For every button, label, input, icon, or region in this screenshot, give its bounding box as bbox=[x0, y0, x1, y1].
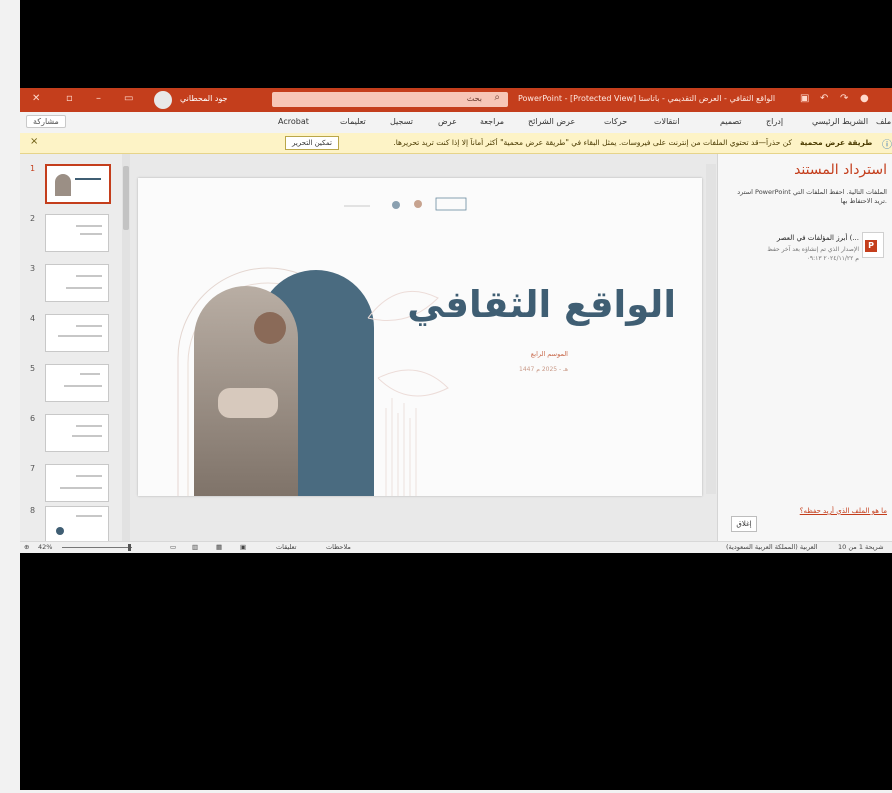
restore-window-icon[interactable]: ▫ bbox=[66, 93, 73, 105]
which-file-link[interactable]: ما هو الملف الذي أريد حفظه؟ bbox=[800, 507, 887, 515]
search-box[interactable]: بحث ⌕ bbox=[272, 92, 508, 107]
ribbon-display-icon[interactable]: ▭ bbox=[124, 93, 133, 105]
redo-icon[interactable]: ↷ bbox=[840, 93, 848, 105]
thumbnail-number: 5 bbox=[30, 364, 36, 373]
tab-slideshow[interactable]: عرض الشرائح bbox=[528, 117, 575, 126]
search-placeholder: بحث bbox=[466, 94, 482, 103]
close-icon[interactable]: × bbox=[30, 136, 38, 147]
enable-editing-button[interactable]: تمكين التحرير bbox=[285, 136, 339, 150]
thumbnail-number: 1 bbox=[30, 164, 36, 173]
slide-date[interactable]: 1447 هـ - 2025 م bbox=[468, 366, 568, 373]
language-status[interactable]: العربية (المملكة العربية السعودية) bbox=[726, 543, 818, 551]
info-icon: ⓘ bbox=[882, 140, 892, 151]
normal-view-icon[interactable]: ▣ bbox=[240, 543, 246, 551]
zoom-slider[interactable] bbox=[62, 547, 132, 548]
tab-home[interactable]: الشريط الرئيسي bbox=[812, 117, 868, 126]
recovered-file-version: الإصدار الذي تم إنشاؤه بعد آخر حفظ bbox=[767, 246, 859, 253]
tab-design[interactable]: تصميم bbox=[720, 117, 742, 126]
status-bar: ⊕ 42% ▭ ▥ ▦ ▣ تعليقات ملاحظات العربية (ا… bbox=[20, 541, 892, 553]
recovered-file-name: أبرز المؤلفات في العصر (... bbox=[776, 234, 859, 242]
tab-record[interactable]: تسجيل bbox=[390, 117, 413, 126]
protected-view-title: طريقة عرض محمية bbox=[800, 138, 873, 147]
tab-animations[interactable]: حركات bbox=[604, 117, 627, 126]
thumbnail-number: 3 bbox=[30, 264, 36, 273]
powerpoint-window: ✕ ▫ – ▭ جود المحطاني بحث ⌕ PowerPoint - … bbox=[20, 88, 892, 553]
tab-help[interactable]: تعليمات bbox=[340, 117, 366, 126]
close-window-icon[interactable]: ✕ bbox=[32, 93, 40, 105]
tab-file[interactable]: ملف bbox=[876, 117, 891, 126]
sorter-view-icon[interactable]: ▦ bbox=[216, 543, 222, 551]
tab-view[interactable]: عرض bbox=[438, 117, 457, 126]
slide-thumbnails: 1 2 3 4 5 6 7 8 bbox=[20, 154, 122, 544]
protected-view-bar: × تمكين التحرير كن حذراً—قد تحتوي الملفا… bbox=[20, 133, 892, 154]
tab-transitions[interactable]: انتقالات bbox=[654, 117, 679, 126]
undo-icon[interactable]: ↶ bbox=[820, 93, 828, 105]
thumbnail-number: 6 bbox=[30, 414, 36, 423]
window-title: PowerPoint - [Protected View] الواقع الث… bbox=[518, 94, 776, 103]
thumbnail-number: 8 bbox=[30, 506, 36, 515]
zoom-level[interactable]: 42% bbox=[38, 543, 52, 551]
editor-scrollbar[interactable] bbox=[706, 164, 716, 494]
tab-review[interactable]: مراجعة bbox=[480, 117, 504, 126]
share-button[interactable]: مشاركة bbox=[26, 115, 66, 128]
slide-editor: الواقع الثقافي الموسم الرابع 1447 هـ - 2… bbox=[130, 154, 716, 541]
reading-view-icon[interactable]: ▥ bbox=[192, 543, 198, 551]
autosave-icon[interactable]: ● bbox=[860, 93, 869, 105]
avatar[interactable] bbox=[154, 91, 172, 109]
minimize-window-icon[interactable]: – bbox=[96, 93, 101, 105]
tab-acrobat[interactable]: Acrobat bbox=[278, 117, 309, 126]
thumbnail-number: 7 bbox=[30, 464, 36, 473]
document-recovery-pane: استرداد المستند استرد PowerPoint الملفات… bbox=[717, 154, 892, 541]
screen: ✕ ▫ – ▭ جود المحطاني بحث ⌕ PowerPoint - … bbox=[20, 0, 892, 790]
save-icon[interactable]: ▣ bbox=[800, 93, 809, 105]
comments-button[interactable]: تعليقات bbox=[276, 543, 296, 551]
slide-artwork bbox=[177, 197, 467, 496]
slide-count: شريحة 1 من 10 bbox=[838, 543, 884, 551]
pane-title: استرداد المستند bbox=[794, 162, 887, 178]
thumbnail-scrollbar[interactable] bbox=[122, 154, 130, 541]
pane-description: استرد PowerPoint الملفات التالية. احفظ ا… bbox=[737, 188, 887, 205]
title-bar: ✕ ▫ – ▭ جود المحطاني بحث ⌕ PowerPoint - … bbox=[20, 88, 892, 112]
tab-insert[interactable]: إدراج bbox=[766, 117, 783, 126]
thumbnail-number: 4 bbox=[30, 314, 36, 323]
powerpoint-file-icon: P bbox=[862, 232, 884, 258]
slideshow-view-icon[interactable]: ▭ bbox=[170, 543, 176, 551]
recovered-file-date: م ٢٠٢٤/١١/٢٢ ٠٩:١٣ bbox=[806, 255, 859, 262]
slide-canvas[interactable]: الواقع الثقافي الموسم الرابع 1447 هـ - 2… bbox=[138, 178, 702, 496]
slide-subtitle[interactable]: الموسم الرابع bbox=[468, 350, 568, 358]
thumbnail-number: 2 bbox=[30, 214, 36, 223]
fit-slide-icon[interactable]: ⊕ bbox=[24, 543, 29, 551]
close-button[interactable]: إغلاق bbox=[731, 516, 757, 532]
protected-view-message: كن حذراً—قد تحتوي الملفات من إنترنت على … bbox=[393, 138, 792, 147]
notes-button[interactable]: ملاحظات bbox=[326, 543, 351, 551]
zoom-slider-thumb[interactable] bbox=[128, 544, 131, 551]
ribbon-tabs: مشاركة ملف الشريط الرئيسي إدراج تصميم ان… bbox=[20, 112, 892, 134]
slide-title[interactable]: الواقع الثقافي bbox=[386, 283, 676, 326]
search-icon: ⌕ bbox=[494, 92, 500, 103]
username: جود المحطاني bbox=[180, 94, 228, 103]
